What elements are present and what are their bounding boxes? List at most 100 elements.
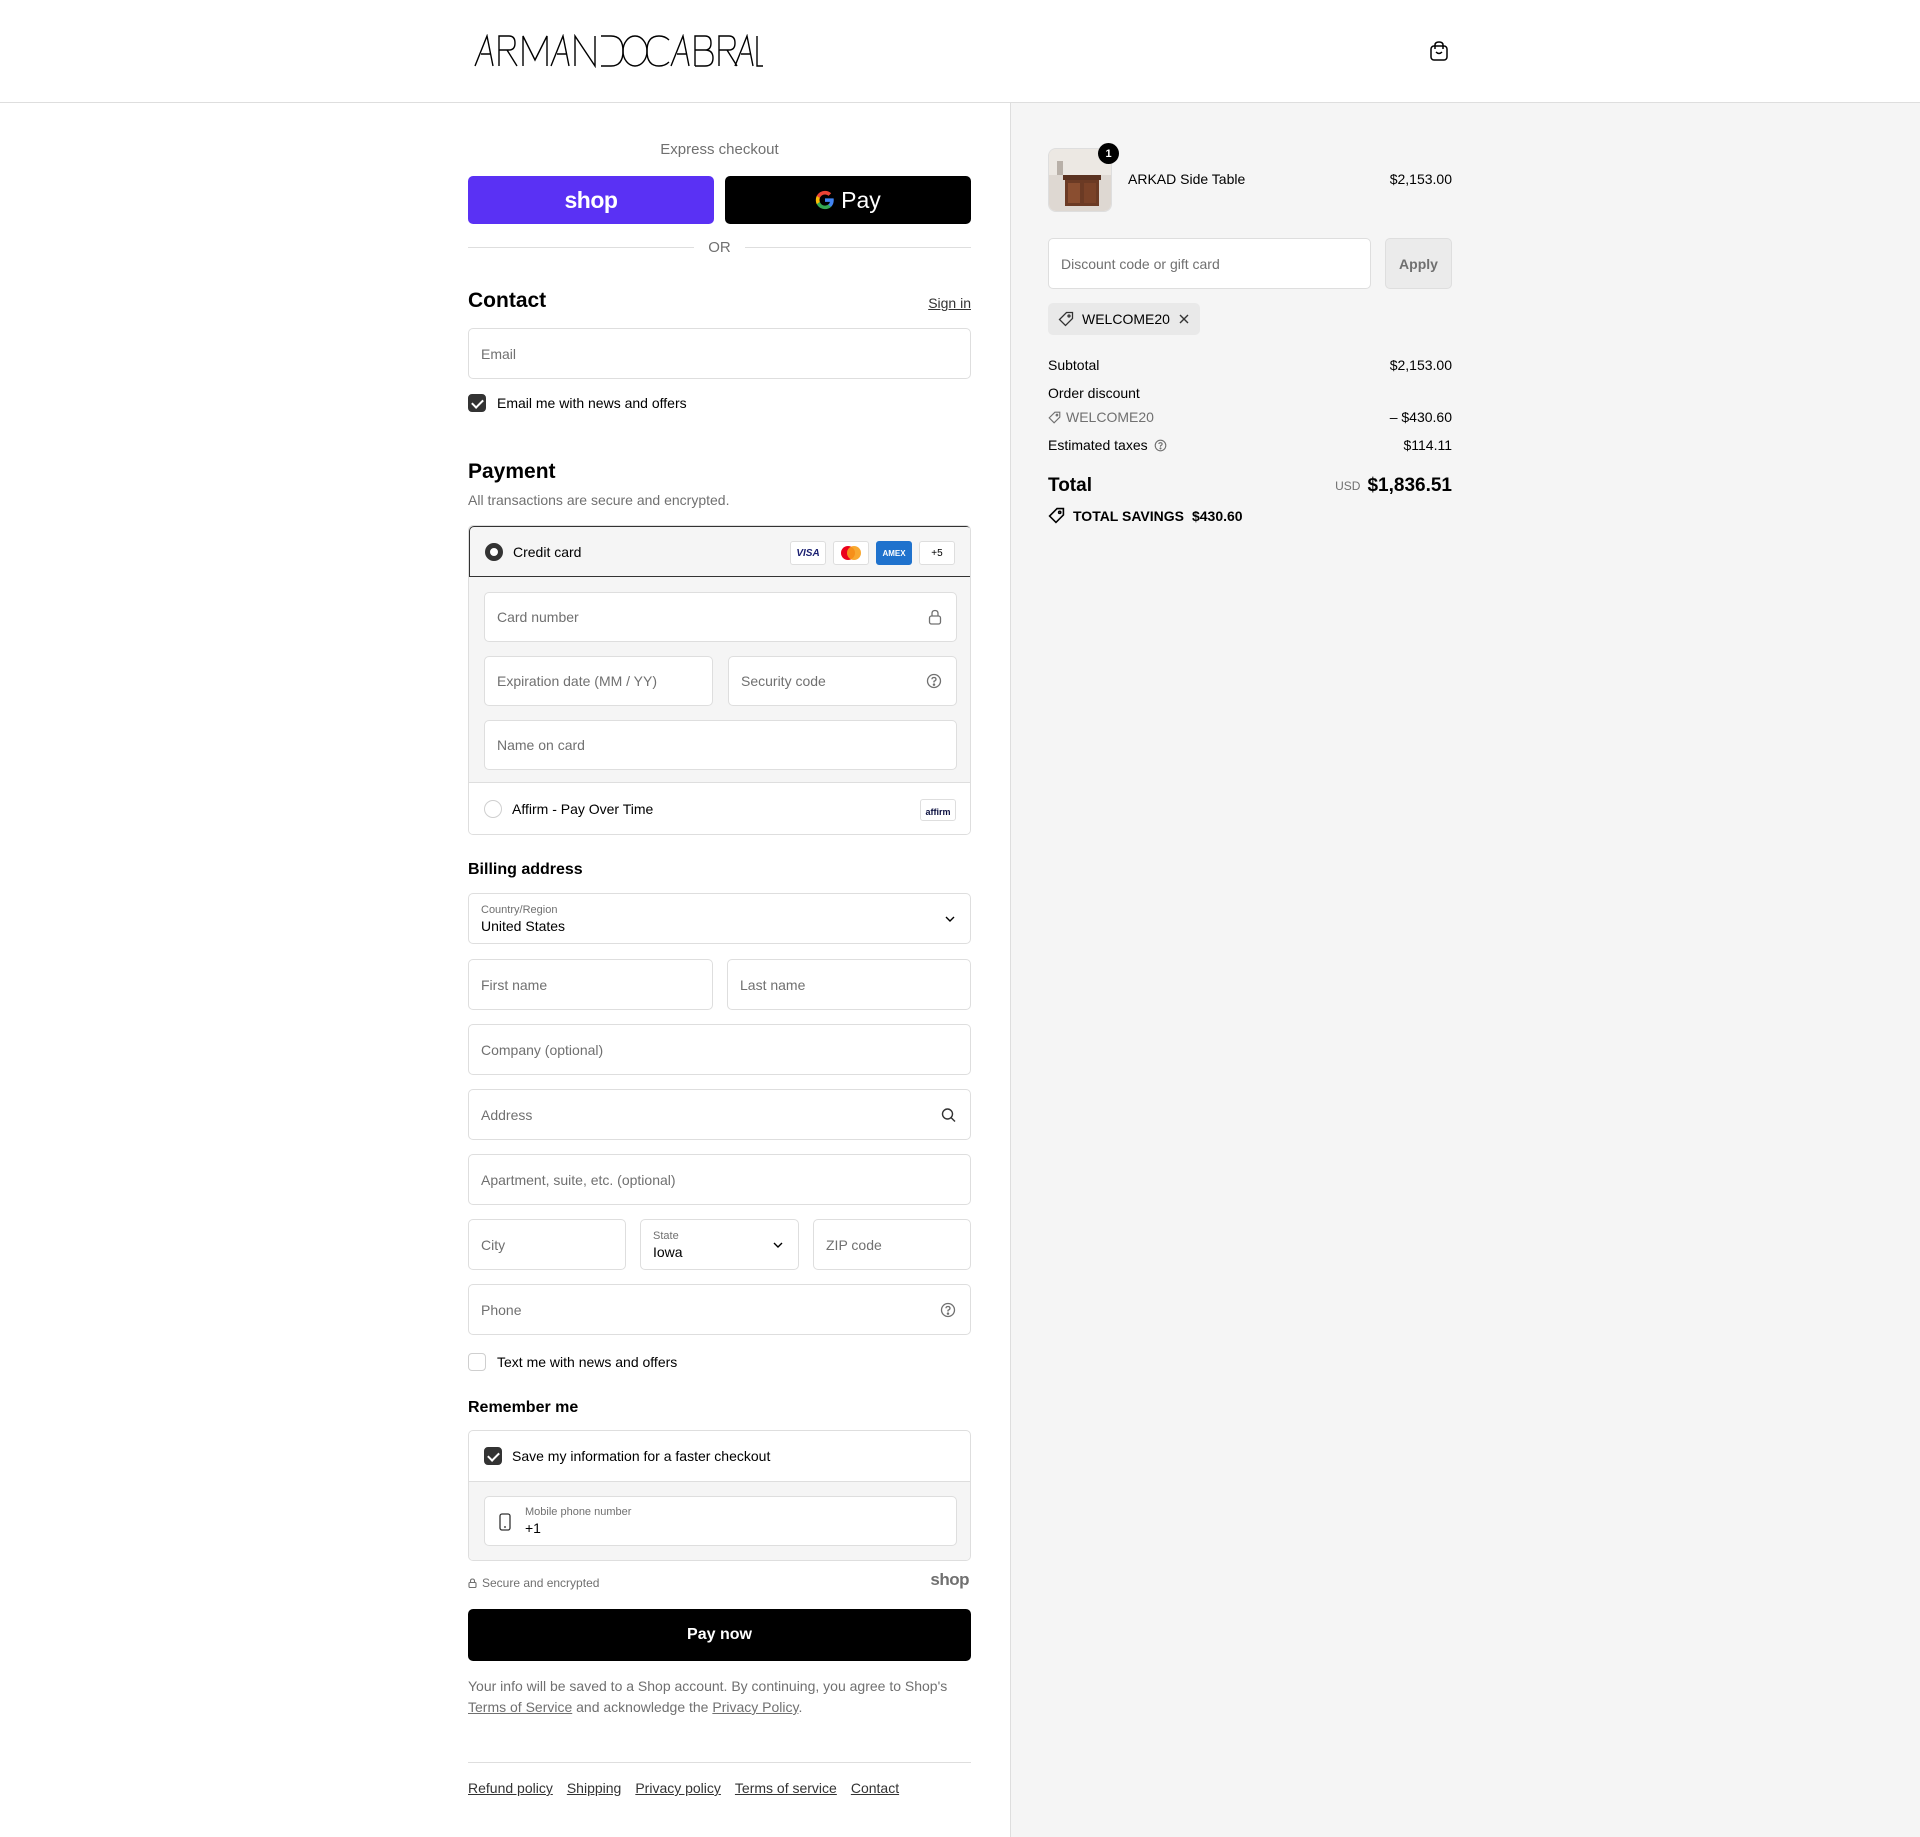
mastercard-icon: [833, 541, 869, 565]
expiration-placeholder: Expiration date (MM / YY): [497, 673, 658, 689]
contact-heading: Contact: [468, 289, 547, 312]
security-placeholder: Security code: [741, 673, 826, 689]
text-offers-checkbox[interactable]: [468, 1353, 486, 1371]
header: [0, 0, 1920, 103]
payment-methods: Credit card VISA AMEX +5 Card number Exp…: [468, 525, 971, 835]
help-icon[interactable]: [926, 673, 942, 689]
product-price: $2,153.00: [1389, 171, 1452, 187]
privacy-policy-footer-link[interactable]: Privacy policy: [635, 1780, 721, 1796]
city-field[interactable]: City: [468, 1219, 626, 1270]
mobile-phone-field[interactable]: Mobile phone number +1: [484, 1496, 957, 1546]
discount-placeholder: Discount code or gift card: [1061, 255, 1220, 272]
credit-card-label: Credit card: [513, 544, 582, 560]
affirm-radio[interactable]: [484, 800, 502, 818]
first-name-field[interactable]: First name: [468, 959, 713, 1010]
savings-value: $430.60: [1191, 507, 1243, 524]
applied-discount-tag: WELCOME20: [1048, 303, 1200, 335]
newsletter-checkbox[interactable]: [468, 394, 486, 412]
mobile-value: +1: [525, 1520, 541, 1536]
newsletter-label: Email me with news and offers: [497, 395, 687, 411]
security-code-field[interactable]: Security code: [728, 656, 957, 706]
affirm-option[interactable]: Affirm - Pay Over Time affirm: [469, 783, 970, 834]
total-label: Total: [1048, 475, 1092, 496]
or-label: OR: [708, 239, 731, 256]
total-row: Total USD $1,836.51: [1048, 475, 1452, 497]
email-field[interactable]: Email: [468, 328, 971, 379]
last-name-field[interactable]: Last name: [727, 959, 971, 1010]
remember-me-box: Save my information for a faster checkou…: [468, 1430, 971, 1561]
google-pay-label: Pay: [841, 186, 881, 213]
express-checkout-title: Express checkout: [660, 141, 779, 158]
city-placeholder: City: [481, 1236, 506, 1253]
credit-card-form: Card number Expiration date (MM / YY) Se…: [469, 577, 970, 783]
taxes-value: $114.11: [1403, 437, 1452, 453]
shopping-bag-icon[interactable]: [1428, 40, 1450, 62]
shop-pay-button[interactable]: shop: [468, 176, 714, 224]
help-icon[interactable]: [1154, 439, 1167, 452]
country-select[interactable]: Country/Region United States: [468, 893, 971, 944]
mobile-phone-icon: [499, 1513, 511, 1531]
tag-icon: [1048, 411, 1061, 424]
state-select[interactable]: State Iowa: [640, 1219, 799, 1270]
email-placeholder: Email: [481, 345, 517, 362]
address-placeholder: Address: [481, 1106, 533, 1123]
state-label: State: [653, 1229, 679, 1242]
product-name: ARKAD Side Table: [1128, 171, 1246, 187]
apartment-placeholder: Apartment, suite, etc. (optional): [481, 1171, 676, 1188]
remember-phone-area: Mobile phone number +1: [469, 1481, 970, 1560]
credit-card-option[interactable]: Credit card VISA AMEX +5: [469, 526, 970, 577]
help-icon[interactable]: [940, 1302, 956, 1318]
phone-field[interactable]: Phone: [468, 1284, 971, 1335]
close-icon[interactable]: [1178, 313, 1190, 325]
refund-policy-link[interactable]: Refund policy: [468, 1780, 553, 1796]
text-offers-label: Text me with news and offers: [497, 1354, 678, 1370]
company-field[interactable]: Company (optional): [468, 1024, 971, 1075]
order-discount-row: Order discount: [1048, 385, 1452, 401]
total-value: $1,836.51: [1367, 475, 1452, 496]
search-icon: [941, 1107, 956, 1122]
shop-logo: shop: [930, 1570, 969, 1589]
card-number-field[interactable]: Card number: [484, 592, 957, 642]
quantity-badge: 1: [1098, 143, 1119, 164]
taxes-row: Estimated taxes $114.11: [1048, 437, 1452, 453]
zip-field[interactable]: ZIP code: [813, 1219, 971, 1270]
save-info-label: Save my information for a faster checkou…: [512, 1448, 771, 1464]
amex-icon: AMEX: [876, 541, 912, 565]
expiration-field[interactable]: Expiration date (MM / YY): [484, 656, 713, 706]
payment-heading: Payment: [468, 460, 556, 483]
apartment-field[interactable]: Apartment, suite, etc. (optional): [468, 1154, 971, 1205]
last-name-placeholder: Last name: [740, 976, 806, 993]
discount-code-field[interactable]: Discount code or gift card: [1048, 238, 1371, 289]
save-info-checkbox[interactable]: [484, 1447, 502, 1465]
tag-icon: [1058, 311, 1074, 327]
discount-code-label: WELCOME20: [1048, 409, 1154, 425]
name-on-card-field[interactable]: Name on card: [484, 720, 957, 770]
legal-text-1: Your info will be saved to a Shop accoun…: [468, 1678, 948, 1694]
brand-logo[interactable]: [473, 33, 763, 71]
currency-label: USD: [1335, 479, 1361, 493]
lock-icon: [468, 1578, 477, 1588]
sign-in-link[interactable]: Sign in: [928, 295, 971, 311]
shipping-link[interactable]: Shipping: [567, 1780, 622, 1796]
taxes-label: Estimated taxes: [1048, 437, 1148, 453]
terms-of-service-footer-link[interactable]: Terms of service: [735, 1780, 837, 1796]
legal-text-2: and acknowledge the: [576, 1699, 709, 1715]
total-savings: TOTAL SAVINGS $430.60: [1048, 507, 1243, 524]
google-g-icon: [816, 190, 834, 210]
legal-text: Your info will be saved to a Shop accoun…: [468, 1676, 971, 1718]
taxes-label-group: Estimated taxes: [1048, 437, 1167, 453]
google-pay-button[interactable]: Pay: [725, 176, 971, 224]
contact-link[interactable]: Contact: [851, 1780, 899, 1796]
phone-placeholder: Phone: [481, 1301, 522, 1318]
zip-placeholder: ZIP code: [826, 1236, 882, 1253]
remember-heading: Remember me: [468, 1399, 579, 1416]
chevron-down-icon: [773, 1242, 783, 1248]
credit-card-radio[interactable]: [485, 543, 503, 561]
mobile-label: Mobile phone number: [525, 1506, 632, 1518]
subtotal-row: Subtotal $2,153.00: [1048, 357, 1452, 373]
privacy-policy-link[interactable]: Privacy Policy: [712, 1699, 798, 1715]
apply-button[interactable]: Apply: [1385, 238, 1452, 289]
address-field[interactable]: Address: [468, 1089, 971, 1140]
terms-of-service-link[interactable]: Terms of Service: [468, 1699, 572, 1715]
pay-now-button[interactable]: Pay now: [468, 1609, 971, 1661]
